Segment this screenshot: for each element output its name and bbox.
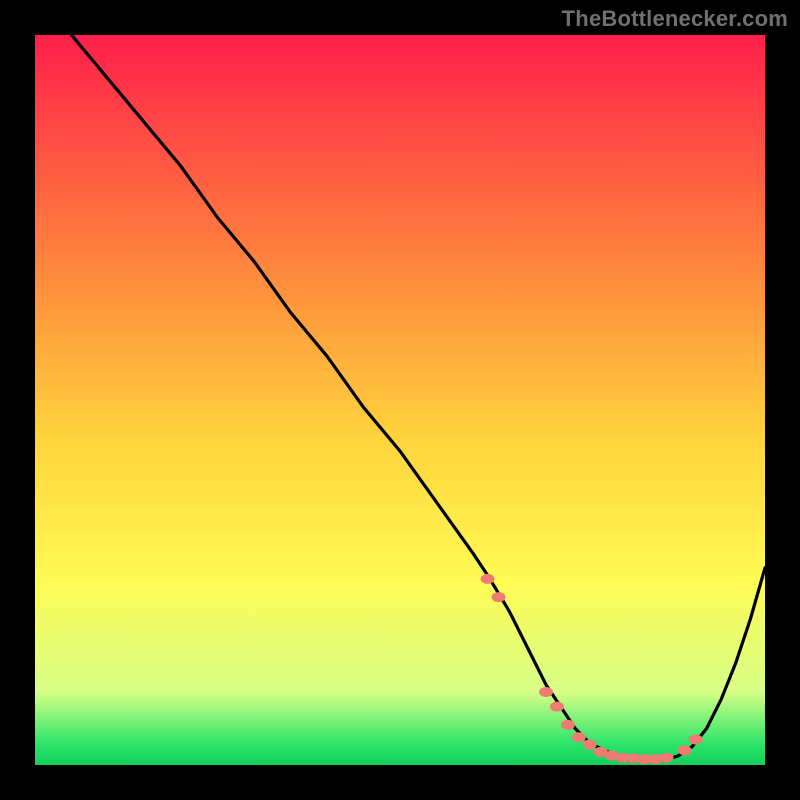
optimal-marker bbox=[561, 720, 575, 730]
chart-frame: TheBottlenecker.com bbox=[0, 0, 800, 800]
attribution-watermark: TheBottlenecker.com bbox=[562, 6, 788, 32]
optimal-marker bbox=[689, 734, 703, 744]
optimal-marker bbox=[572, 732, 586, 742]
chart-gradient-background bbox=[35, 35, 765, 765]
optimal-marker bbox=[659, 753, 673, 763]
chart-svg bbox=[35, 35, 765, 765]
optimal-marker bbox=[481, 574, 495, 584]
chart-plot-area bbox=[35, 35, 765, 765]
optimal-marker bbox=[550, 702, 564, 712]
optimal-marker bbox=[492, 592, 506, 602]
optimal-marker bbox=[583, 740, 597, 750]
optimal-marker bbox=[539, 687, 553, 697]
optimal-marker bbox=[678, 745, 692, 755]
